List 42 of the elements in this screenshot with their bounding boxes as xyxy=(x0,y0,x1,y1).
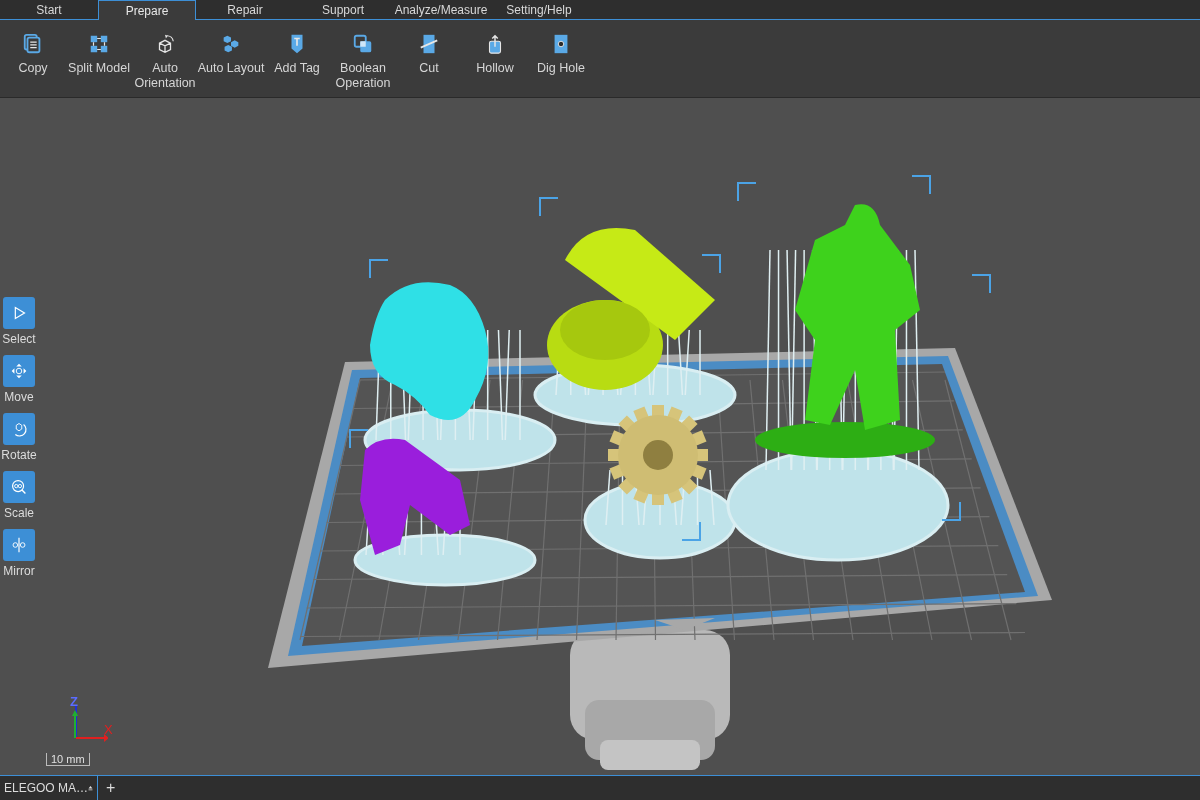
tool-label: Scale xyxy=(4,506,34,520)
rotate-tool-button[interactable] xyxy=(3,413,35,445)
ribbon-tab[interactable]: Prepare xyxy=(98,0,196,21)
ribbon-tab[interactable]: Repair xyxy=(196,0,294,20)
x-axis-label: X xyxy=(104,721,113,739)
tool-label: Move xyxy=(4,390,34,404)
z-axis-label: Z xyxy=(70,693,78,711)
selection-corner xyxy=(681,521,701,541)
ribbon-tab[interactable]: Support xyxy=(294,0,392,20)
selection-corner xyxy=(737,182,757,202)
toolbar-button[interactable]: Add Tag xyxy=(264,33,330,76)
mirror-tool-button[interactable] xyxy=(3,529,35,561)
selection-corner xyxy=(539,197,559,217)
ribbon-tab[interactable]: Setting/Help xyxy=(490,0,588,20)
selection-corner xyxy=(701,254,721,274)
toolbar-button[interactable]: Auto Layout xyxy=(198,33,264,76)
select-tool-button[interactable] xyxy=(3,297,35,329)
cut-icon xyxy=(418,33,440,55)
tool-label: Rotate xyxy=(1,448,37,462)
toolbar-button[interactable]: Boolean Operation xyxy=(330,33,396,91)
selection-corner xyxy=(911,175,931,195)
selection-corner xyxy=(971,274,991,294)
selection-corner xyxy=(941,501,961,521)
move-tool-button[interactable] xyxy=(3,355,35,387)
tool-label: Select xyxy=(2,332,36,346)
selection-corner xyxy=(349,429,369,449)
toolbar-button[interactable]: Copy xyxy=(0,33,66,76)
toolbar-button[interactable]: Dig Hole xyxy=(528,33,594,76)
ribbon-tab[interactable]: Start xyxy=(0,0,98,20)
toolbar-button[interactable]: Split Model xyxy=(66,33,132,76)
ribbon-tab[interactable]: Analyze/Measure xyxy=(392,0,490,20)
split-icon xyxy=(88,33,110,55)
new-tab-button[interactable]: + xyxy=(98,780,124,796)
eject-icon xyxy=(88,784,93,792)
tool-label: Mirror xyxy=(3,564,35,578)
toolbar-button[interactable]: Auto Orientation xyxy=(132,33,198,91)
toolbar-button[interactable]: Cut xyxy=(396,33,462,76)
selection-corner xyxy=(369,259,389,279)
scale-bar: 10 mm xyxy=(46,753,90,766)
scale-tool-button[interactable] xyxy=(3,471,35,503)
boolean-icon xyxy=(352,33,374,55)
toolbar-button[interactable]: Hollow xyxy=(462,33,528,76)
